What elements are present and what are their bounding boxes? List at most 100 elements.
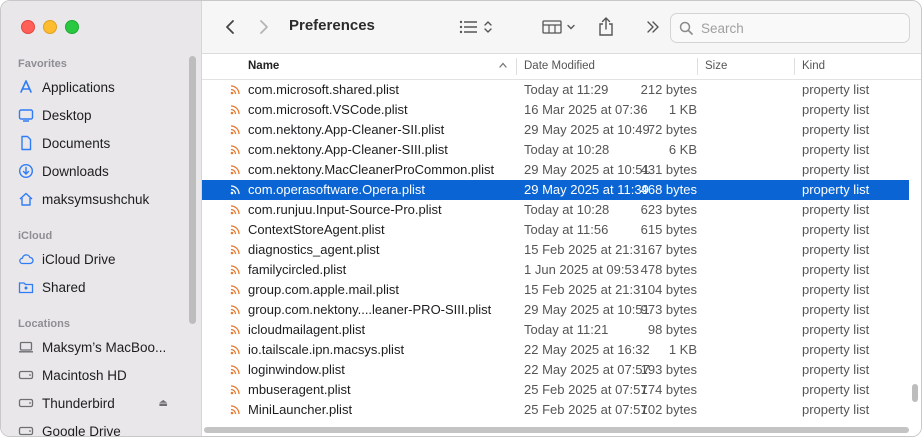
plist-file-icon [230,345,240,355]
plist-file-icon [230,225,240,235]
sidebar-item-google-drive[interactable]: Google Drive [18,419,188,436]
file-name: io.tailscale.ipn.macsys.plist [248,342,405,357]
chevron-right-icon [260,20,268,34]
file-name: group.com.apple.mail.plist [248,282,400,297]
sidebar-item-macintosh-hd[interactable]: Macintosh HD [18,363,188,387]
column-header-name[interactable]: Name [248,54,279,79]
table-row[interactable]: com.runjuu.Input-Source-Pro.plist Today a… [202,200,909,220]
table-row[interactable]: familycircled.plist 1 Jun 2025 at 09:53 47… [202,260,909,280]
table-row[interactable]: com.nektony.MacCleanerProCommon.plist 29 … [202,160,909,180]
file-size: 212 bytes [640,82,697,97]
column-header-kind[interactable]: Kind [802,54,825,79]
column-header-date-modified[interactable]: Date Modified [524,54,595,79]
double-chevron-right-icon [647,21,659,33]
sidebar-item-label: maksymsushchuk [42,191,150,207]
sidebar-item-downloads[interactable]: Downloads [18,159,188,183]
file-name: com.nektony.App-Cleaner-SII.plist [248,122,445,137]
file-name: com.runjuu.Input-Source-Pro.plist [248,202,442,217]
view-mode-button[interactable] [457,15,495,39]
file-name: com.nektony.MacCleanerProCommon.plist [248,162,495,177]
table-row[interactable]: MiniLauncher.plist 25 Feb 2025 at 07:57 10… [202,400,909,420]
file-kind: property list [802,202,870,217]
column-divider[interactable] [794,58,795,75]
close-window-button[interactable] [21,20,35,34]
table-row[interactable]: io.tailscale.ipn.macsys.plist 22 May 2025… [202,340,909,360]
plist-file-icon [230,105,240,115]
zoom-window-button[interactable] [65,20,79,34]
file-kind: property list [802,182,870,197]
file-size: 193 bytes [640,362,697,377]
file-name: com.microsoft.shared.plist [248,82,399,97]
home-icon [18,191,34,207]
table-row[interactable]: mbuseragent.plist 25 Feb 2025 at 07:57 174… [202,380,909,400]
sidebar-item-icloud-drive[interactable]: iCloud Drive [18,247,188,271]
date-modified: 25 Feb 2025 at 07:57 [524,382,648,397]
table-row[interactable]: com.microsoft.shared.plist Today at 11:29… [202,80,909,100]
table-row[interactable]: com.nektony.App-Cleaner-SIII.plist Today … [202,140,909,160]
downloads-icon [18,163,34,179]
forward-button[interactable] [254,15,274,39]
search-input[interactable] [699,19,903,37]
column-header-size[interactable]: Size [705,54,727,79]
search-icon [679,21,693,35]
grid-icon [542,20,562,34]
back-button[interactable] [220,15,240,39]
sidebar-item-macbook[interactable]: Maksym’s MacBoo... [18,335,188,359]
share-button[interactable] [595,15,617,39]
date-modified: 16 Mar 2025 at 07:36 [524,102,648,117]
column-divider[interactable] [697,58,698,75]
table-row[interactable]: diagnostics_agent.plist 15 Feb 2025 at 21… [202,240,909,260]
laptop-icon [18,339,34,355]
shared-folder-icon [18,279,34,295]
file-size: 104 bytes [640,282,697,297]
sidebar-item-home[interactable]: maksymsushchuk [18,187,188,211]
table-row-selected[interactable]: com.operasoftware.Opera.plist 29 May 2025… [202,180,909,200]
date-modified: 22 May 2025 at 07:57 [524,362,650,377]
table-row[interactable]: com.nektony.App-Cleaner-SII.plist 29 May … [202,120,909,140]
document-icon [18,135,34,151]
table-header: Name Date Modified Size Kind [202,54,921,80]
file-kind: property list [802,302,870,317]
file-name: ContextStoreAgent.plist [248,222,385,237]
sidebar-scrollbar[interactable] [189,56,196,324]
plist-file-icon [230,305,240,315]
file-kind: property list [802,282,870,297]
sidebar-item-label: Applications [42,79,115,95]
sidebar-item-shared[interactable]: Shared [18,275,188,299]
sidebar-item-applications[interactable]: Applications [18,75,188,99]
file-name: group.com.nektony....leaner-PRO-SIII.pli… [248,302,492,317]
date-modified: 29 May 2025 at 11:39 [524,182,649,197]
file-name: mbuseragent.plist [248,382,351,397]
file-name: com.operasoftware.Opera.plist [248,182,426,197]
horizontal-scrollbar[interactable] [204,427,909,433]
sort-ascending-icon[interactable] [498,60,508,70]
sidebar-item-label: Thunderbird [42,395,115,411]
table-row[interactable]: com.microsoft.VSCode.plist 16 Mar 2025 at… [202,100,909,120]
list-view-icon [459,20,477,34]
sidebar-item-documents[interactable]: Documents [18,131,188,155]
minimize-window-button[interactable] [43,20,57,34]
table-row[interactable]: icloudmailagent.plist Today at 11:21 98 by… [202,320,909,340]
table-row[interactable]: group.com.nektony....leaner-PRO-SIII.pli… [202,300,909,320]
search-field[interactable] [670,13,910,43]
more-toolbar-items-button[interactable] [642,15,664,39]
date-modified: 15 Feb 2025 at 21:31 [524,282,648,297]
eject-icon[interactable]: ⏏ [159,398,168,409]
group-button[interactable] [540,15,578,39]
sidebar-item-label: Maksym’s MacBoo... [42,339,167,355]
date-modified: Today at 10:28 [524,202,610,217]
column-divider[interactable] [516,58,517,75]
disk-icon [18,367,34,383]
table-row[interactable]: ContextStoreAgent.plist Today at 11:56 615… [202,220,909,240]
file-size: 1 KB [668,102,697,117]
table-row[interactable]: group.com.apple.mail.plist 15 Feb 2025 at… [202,280,909,300]
file-kind: property list [802,362,870,377]
vertical-scrollbar[interactable] [912,384,918,402]
finder-window: Favorites Applications Desktop Documents… [0,0,922,437]
sidebar-item-desktop[interactable]: Desktop [18,103,188,127]
sidebar-item-thunderbird[interactable]: Thunderbird ⏏ [18,391,188,415]
disk-icon [18,395,34,411]
file-kind: property list [802,382,870,397]
table-row[interactable]: loginwindow.plist 22 May 2025 at 07:57 193… [202,360,909,380]
plist-file-icon [230,405,240,415]
